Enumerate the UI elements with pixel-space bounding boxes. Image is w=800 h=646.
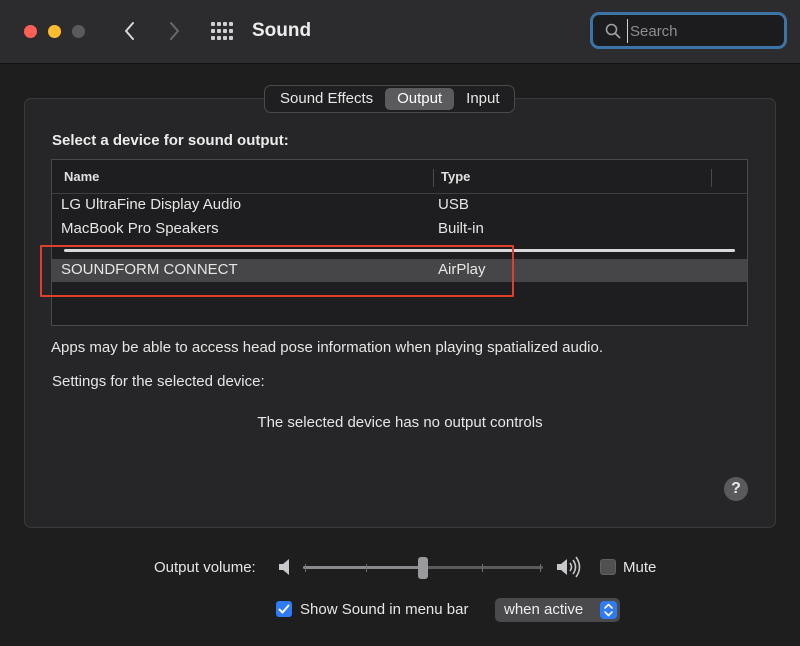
tab-sound-effects[interactable]: Sound Effects	[267, 88, 385, 110]
search-input[interactable]	[627, 19, 777, 43]
slider-tick	[305, 564, 306, 572]
table-row[interactable]: LG UltraFine Display Audio USB	[52, 194, 747, 217]
checkmark-icon	[278, 604, 290, 614]
output-heading: Select a device for sound output:	[52, 132, 289, 149]
search-field[interactable]	[590, 12, 787, 49]
device-type: USB	[438, 196, 469, 213]
title-bar: Sound	[0, 0, 800, 64]
help-icon: ?	[731, 480, 741, 497]
table-header: Name Type	[52, 160, 747, 194]
slider-fill	[303, 566, 423, 569]
mute-label: Mute	[623, 559, 657, 576]
volume-slider[interactable]	[303, 557, 543, 579]
grid-icon	[211, 22, 233, 40]
window-title: Sound	[252, 20, 312, 41]
zoom-window-button	[72, 25, 85, 38]
column-header-name[interactable]: Name	[64, 169, 99, 184]
show-all-button[interactable]	[210, 21, 234, 41]
device-type: Built-in	[438, 220, 484, 237]
updown-arrows-icon	[600, 601, 617, 619]
device-name: LG UltraFine Display Audio	[61, 196, 242, 213]
tab-output[interactable]: Output	[385, 88, 455, 110]
popup-value: when active	[504, 601, 584, 618]
show-in-menubar-label: Show Sound in menu bar	[300, 601, 469, 618]
minimize-window-button[interactable]	[48, 25, 61, 38]
speaker-low-icon	[279, 559, 289, 575]
search-icon	[605, 23, 621, 39]
slider-tick	[366, 564, 367, 572]
menubar-mode-popup[interactable]: when active	[495, 598, 620, 622]
table-row[interactable]: MacBook Pro Speakers Built-in	[52, 218, 747, 241]
column-header-type[interactable]: Type	[441, 169, 470, 184]
column-separator[interactable]	[433, 169, 434, 187]
speaker-high-icon	[557, 556, 581, 578]
forward-button[interactable]	[162, 18, 186, 44]
close-window-button[interactable]	[24, 25, 37, 38]
output-volume-label: Output volume:	[154, 559, 256, 576]
tab-bar: Sound Effects Output Input	[264, 85, 515, 113]
mute-checkbox[interactable]	[600, 559, 616, 575]
back-button[interactable]	[118, 18, 142, 44]
highlight-annotation	[40, 245, 514, 297]
back-icon	[125, 22, 134, 40]
settings-label: Settings for the selected device:	[52, 373, 265, 390]
device-table: Name Type LG UltraFine Display Audio USB…	[51, 159, 748, 326]
help-button[interactable]: ?	[724, 477, 748, 501]
no-controls-message: The selected device has no output contro…	[257, 414, 543, 431]
slider-tick	[482, 564, 483, 572]
device-name: MacBook Pro Speakers	[61, 220, 219, 237]
slider-knob[interactable]	[418, 557, 428, 579]
tab-input[interactable]: Input	[454, 88, 511, 110]
forward-icon	[170, 22, 179, 40]
slider-tick	[540, 564, 541, 572]
show-in-menubar-checkbox[interactable]	[276, 601, 292, 617]
spatial-audio-note: Apps may be able to access head pose inf…	[51, 339, 604, 356]
column-separator[interactable]	[711, 169, 712, 187]
